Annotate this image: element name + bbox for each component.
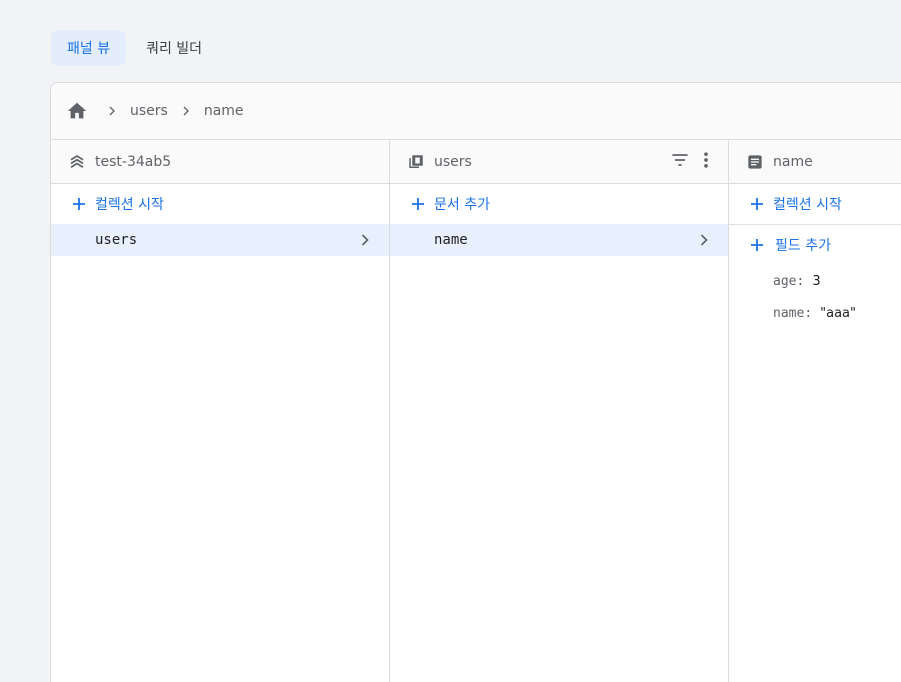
panels: test-34ab5 컬렉션 시작 users users 문서 추가 name… bbox=[51, 140, 901, 682]
document-panel-title: name bbox=[773, 153, 813, 170]
collection-panel: users 문서 추가 name bbox=[390, 140, 729, 682]
document-panel: name 컬렉션 시작 필드 추가 age: 3 name: "aaa" bbox=[729, 140, 901, 682]
collection-panel-title: users bbox=[434, 153, 472, 170]
filter-icon[interactable] bbox=[670, 150, 690, 174]
list-item[interactable]: users bbox=[51, 224, 389, 256]
start-collection-label: 컬렉션 시작 bbox=[95, 197, 164, 213]
chevron-right-icon bbox=[104, 103, 120, 119]
document-name: name bbox=[434, 232, 468, 248]
view-tabs: 패널 뷰 쿼리 빌더 bbox=[51, 30, 218, 66]
collection-name: users bbox=[95, 232, 138, 248]
plus-icon bbox=[747, 235, 767, 255]
field-row[interactable]: name: "aaa" bbox=[729, 297, 901, 329]
breadcrumb: users name bbox=[51, 83, 901, 140]
add-document-label: 문서 추가 bbox=[434, 197, 490, 213]
field-value: "aaa" bbox=[820, 305, 856, 321]
add-field-button[interactable]: 필드 추가 bbox=[729, 225, 901, 265]
chevron-right-icon bbox=[355, 230, 375, 250]
collection-panel-header: users bbox=[390, 140, 728, 184]
plus-icon bbox=[408, 194, 428, 214]
add-field-label: 필드 추가 bbox=[775, 238, 831, 254]
document-panel-header: name bbox=[729, 140, 901, 184]
root-panel: test-34ab5 컬렉션 시작 users bbox=[51, 140, 390, 682]
more-vert-icon[interactable] bbox=[698, 150, 714, 174]
tab-panel-view[interactable]: 패널 뷰 bbox=[51, 30, 127, 66]
list-item[interactable]: name bbox=[390, 224, 728, 256]
plus-icon bbox=[69, 194, 89, 214]
field-value: 3 bbox=[812, 273, 821, 289]
breadcrumb-item-users[interactable]: users bbox=[130, 103, 168, 119]
start-collection-button[interactable]: 컬렉션 시작 bbox=[51, 184, 389, 224]
root-panel-title: test-34ab5 bbox=[95, 153, 172, 170]
data-viewer-card: users name test-34ab5 컬렉션 시작 users users… bbox=[50, 82, 901, 682]
add-document-button[interactable]: 문서 추가 bbox=[390, 184, 728, 224]
field-key: name: bbox=[773, 305, 813, 321]
collection-panel-tools bbox=[670, 140, 714, 184]
tab-query-builder[interactable]: 쿼리 빌더 bbox=[130, 30, 218, 66]
plus-icon bbox=[747, 194, 767, 214]
document-icon bbox=[745, 152, 765, 172]
start-subcollection-button[interactable]: 컬렉션 시작 bbox=[729, 184, 901, 224]
chevron-right-icon bbox=[694, 230, 714, 250]
breadcrumb-item-name[interactable]: name bbox=[204, 103, 244, 119]
collection-icon bbox=[406, 152, 426, 172]
field-key: age: bbox=[773, 273, 805, 289]
start-subcollection-label: 컬렉션 시작 bbox=[773, 197, 842, 213]
root-panel-header: test-34ab5 bbox=[51, 140, 389, 184]
home-icon[interactable] bbox=[66, 100, 88, 122]
database-layers-icon bbox=[67, 152, 87, 172]
chevron-right-icon bbox=[178, 103, 194, 119]
field-row[interactable]: age: 3 bbox=[729, 265, 901, 297]
